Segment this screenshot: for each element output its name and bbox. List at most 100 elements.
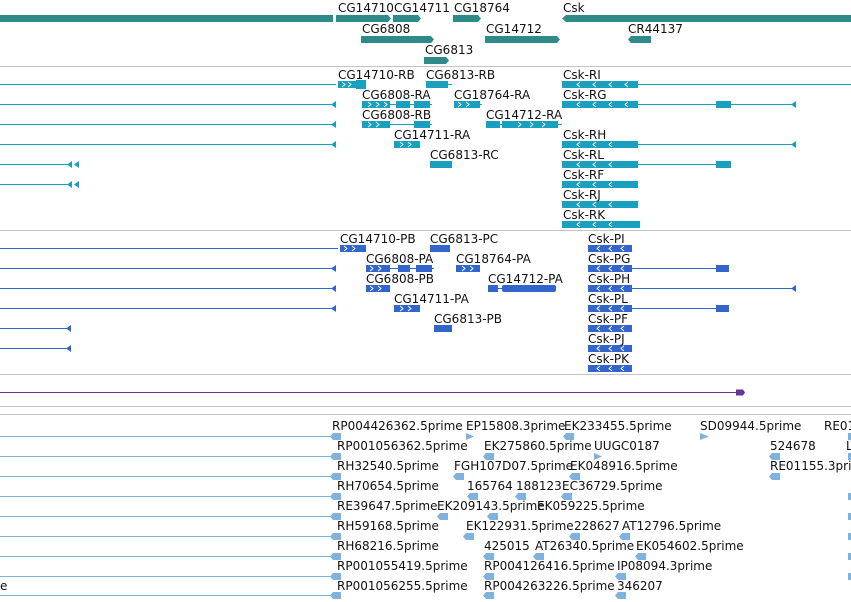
transcript-label-cg6813-rc[interactable]: CG6813-RC <box>430 148 499 162</box>
protein-feature[interactable] <box>366 265 434 272</box>
transcript-feature[interactable] <box>562 161 731 168</box>
est-label-346207[interactable]: 346207 <box>617 579 663 593</box>
transcript-feature[interactable] <box>362 121 432 128</box>
transcript-label-csk-rf[interactable]: Csk-RF <box>563 168 604 182</box>
est-label-rp001056362[interactable]: RP001056362.5prime <box>337 439 468 453</box>
est-feature[interactable] <box>330 433 341 599</box>
gene-label-cg18764[interactable]: CG18764 <box>454 1 510 15</box>
est-label-524678[interactable]: 524678 <box>770 439 816 453</box>
est-label-ek233455[interactable]: EK233455.5prime <box>564 419 672 433</box>
protein-label-cg6813-pb[interactable]: CG6813-PB <box>434 312 502 326</box>
protein-feature[interactable] <box>588 245 632 252</box>
est-label-at26340[interactable]: AT26340.5prime <box>535 539 634 553</box>
est-label-e-cut[interactable]: e <box>0 579 7 593</box>
transcript-feature[interactable] <box>362 101 432 108</box>
transcript-feature[interactable] <box>562 141 796 148</box>
est-label-rp001055419[interactable]: RP001055419.5prime <box>337 559 468 573</box>
transcript-label-csk-rj[interactable]: Csk-RJ <box>563 188 601 202</box>
protein-feature[interactable] <box>394 305 420 312</box>
protein-label-cg14712-pa[interactable]: CG14712-PA <box>488 272 564 286</box>
transcript-feature[interactable] <box>562 181 638 188</box>
gene-label-cg14712[interactable]: CG14712 <box>486 22 542 36</box>
gene-label-cg14711[interactable]: CG14711 <box>394 1 450 15</box>
est-label-ec36729[interactable]: EC36729.5prime <box>562 479 663 493</box>
est-label-sd09944[interactable]: SD09944.5prime <box>700 419 801 433</box>
transcript-label-cg14712-ra[interactable]: CG14712-RA <box>486 108 563 122</box>
est-label-rh68216[interactable]: RH68216.5prime <box>337 539 439 553</box>
transcript-label-csk-rh[interactable]: Csk-RH <box>563 128 606 142</box>
est-label-ek209143[interactable]: EK209143.5prime <box>437 499 545 513</box>
protein-label-csk-ph[interactable]: Csk-PH <box>588 272 630 286</box>
protein-label-cg14711-pa[interactable]: CG14711-PA <box>394 292 470 306</box>
transcript-label-cg14710-rb[interactable]: CG14710-RB <box>338 68 415 82</box>
protein-label-cg6808-pb[interactable]: CG6808-PB <box>366 272 434 286</box>
transcript-label-cg18764-ra[interactable]: CG18764-RA <box>454 88 531 102</box>
est-label-ek048916[interactable]: EK048916.5prime <box>570 459 678 473</box>
protein-label-csk-pk[interactable]: Csk-PK <box>588 352 630 366</box>
est-label-rh32540[interactable]: RH32540.5prime <box>337 459 439 473</box>
est-feature[interactable] <box>437 433 851 599</box>
transcript-feature[interactable] <box>562 101 796 108</box>
gene-label-csk[interactable]: Csk <box>563 1 585 15</box>
transcript-label-csk-ri[interactable]: Csk-RI <box>563 68 601 82</box>
est-label-ip08094[interactable]: IP08094.3prime <box>617 559 712 573</box>
protein-feature[interactable] <box>456 265 480 272</box>
protein-feature[interactable] <box>588 285 796 292</box>
gene-label-cg6808[interactable]: CG6808 <box>362 22 410 36</box>
protein-label-csk-pj[interactable]: Csk-PJ <box>588 332 625 346</box>
protein-feature[interactable] <box>488 285 556 292</box>
gene-feature[interactable] <box>485 36 560 43</box>
est-label-ek059225[interactable]: EK059225.5prime <box>537 499 645 513</box>
gene-label-cr44137[interactable]: CR44137 <box>628 22 683 36</box>
est-label-rp004426362[interactable]: RP004426362.5prime <box>332 419 463 433</box>
est-label-rp004126416[interactable]: RP004126416.5prime <box>484 559 615 573</box>
transcript-label-csk-rg[interactable]: Csk-RG <box>563 88 607 102</box>
protein-label-csk-pl[interactable]: Csk-PL <box>588 292 628 306</box>
transcript-label-cg6808-rb[interactable]: CG6808-RB <box>362 108 431 122</box>
protein-label-csk-pg[interactable]: Csk-PG <box>588 252 630 266</box>
est-label-165764[interactable]: 165764 <box>467 479 513 493</box>
protein-label-csk-pf[interactable]: Csk-PF <box>588 312 628 326</box>
gene-feature[interactable] <box>393 15 421 22</box>
est-label-ek122931[interactable]: EK122931.5prime <box>466 519 574 533</box>
protein-label-cg18764-pa[interactable]: CG18764-PA <box>456 252 532 266</box>
gene-feature[interactable] <box>424 57 449 64</box>
est-label-rp001056255[interactable]: RP001056255.5prime <box>337 579 468 593</box>
protein-label-cg14710-pb[interactable]: CG14710-PB <box>340 232 416 246</box>
gene-feature[interactable] <box>562 15 851 22</box>
est-label-fgh107d07[interactable]: FGH107D07.5prime <box>454 459 573 473</box>
transcript-label-cg6808-ra[interactable]: CG6808-RA <box>362 88 431 102</box>
est-label-rh70654[interactable]: RH70654.5prime <box>337 479 439 493</box>
protein-label-cg6808-pa[interactable]: CG6808-PA <box>366 252 434 266</box>
transcript-feature[interactable] <box>426 81 452 88</box>
est-label-re39647[interactable]: RE39647.5prime <box>337 499 438 513</box>
est-label-rh59168[interactable]: RH59168.5prime <box>337 519 439 533</box>
est-label-re01-cut[interactable]: RE01 <box>824 419 851 433</box>
protein-feature[interactable] <box>588 365 632 372</box>
transcript-feature[interactable] <box>562 201 638 208</box>
protein-feature[interactable] <box>340 245 366 252</box>
transcript-label-csk-rl[interactable]: Csk-RL <box>563 148 604 162</box>
transcript-feature[interactable] <box>394 141 420 148</box>
est-label-uugc0187[interactable]: UUGC0187 <box>594 439 660 453</box>
est-label-rp004263226[interactable]: RP004263226.5prime <box>484 579 615 593</box>
transcript-label-cg6813-rb[interactable]: CG6813-RB <box>426 68 495 82</box>
est-label-ek275860[interactable]: EK275860.5prime <box>484 439 592 453</box>
transcript-label-csk-rk[interactable]: Csk-RK <box>563 208 606 222</box>
repeat-feature[interactable] <box>736 389 745 396</box>
est-label-ep15808[interactable]: EP15808.3prime <box>466 419 565 433</box>
protein-feature[interactable] <box>588 345 632 352</box>
protein-feature[interactable] <box>588 325 632 332</box>
est-label-228627[interactable]: 228627 <box>574 519 620 533</box>
gene-feature[interactable] <box>361 36 434 43</box>
est-label-ek054602[interactable]: EK054602.5prime <box>636 539 744 553</box>
gene-feature[interactable] <box>453 15 481 22</box>
transcript-label-cg14711-ra[interactable]: CG14711-RA <box>394 128 471 142</box>
protein-feature[interactable] <box>434 325 452 332</box>
est-label-188123[interactable]: 188123 <box>516 479 562 493</box>
gene-feature[interactable] <box>628 36 651 43</box>
gene-label-cg14710[interactable]: CG14710 <box>338 1 394 15</box>
transcript-feature[interactable] <box>486 121 562 128</box>
transcript-feature[interactable] <box>562 81 851 88</box>
transcript-feature[interactable] <box>562 221 640 228</box>
